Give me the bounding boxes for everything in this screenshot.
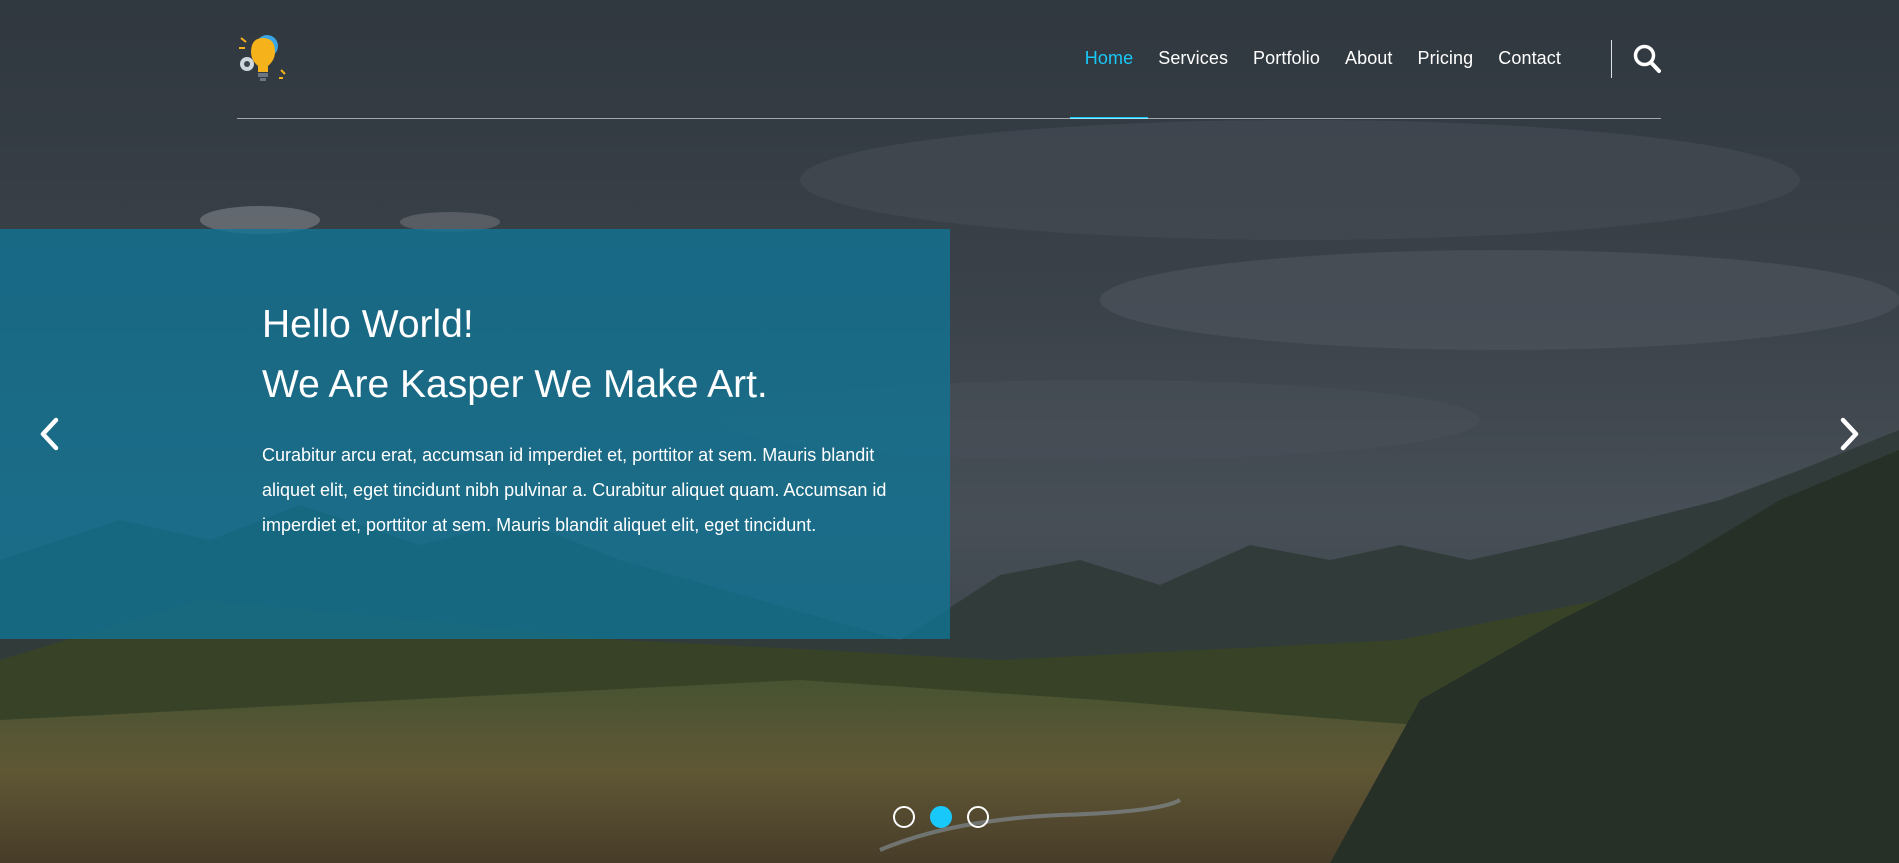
main-navigation: Home Services Portfolio About Pricing Co… <box>1060 0 1561 120</box>
slide-description: Curabitur arcu erat, accumsan id imperdi… <box>262 445 887 535</box>
slider-dot-3[interactable] <box>967 806 989 828</box>
nav-about[interactable]: About <box>1345 0 1393 72</box>
nav-pricing[interactable]: Pricing <box>1418 0 1474 72</box>
nav-divider <box>1611 40 1612 78</box>
slide-title-line-1: Hello World! <box>262 303 474 346</box>
nav-home[interactable]: Home <box>1069 0 1149 119</box>
header-divider-line <box>237 118 1661 119</box>
chevron-left-icon[interactable] <box>37 414 61 454</box>
nav-services[interactable]: Services <box>1158 0 1228 72</box>
slider-dot-1[interactable] <box>893 806 915 828</box>
lightbulb-gears-icon[interactable] <box>237 30 289 84</box>
site-header: Home Services Portfolio About Pricing Co… <box>237 0 1661 120</box>
search-icon[interactable] <box>1633 44 1661 74</box>
slide-title: Hello World! We Are Kasper We Make Art. <box>262 295 902 415</box>
nav-portfolio[interactable]: Portfolio <box>1253 0 1320 72</box>
slide-caption-panel: Hello World! We Are Kasper We Make Art. … <box>0 229 950 639</box>
slider-dot-2[interactable] <box>930 806 952 828</box>
slide-title-line-2: We Are Kasper We Make Art. <box>262 363 768 406</box>
chevron-right-icon[interactable] <box>1838 414 1862 454</box>
slider-pagination <box>893 806 1004 828</box>
nav-contact[interactable]: Contact <box>1498 0 1561 72</box>
